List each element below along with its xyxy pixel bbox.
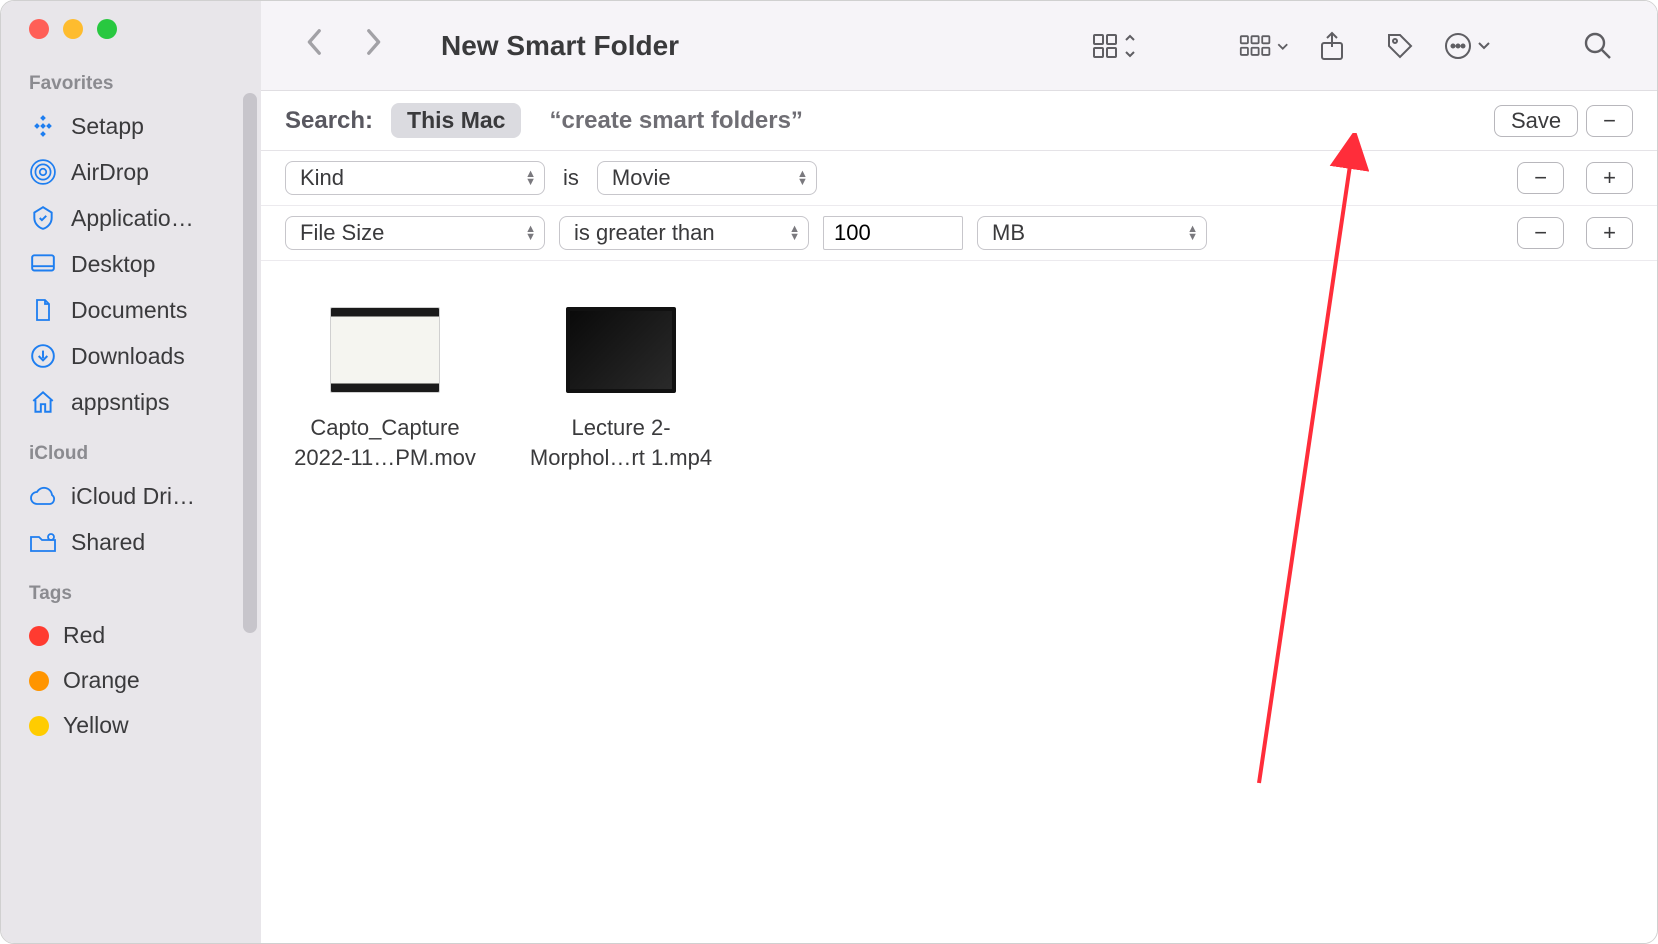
setapp-icon (29, 112, 57, 140)
desktop-icon (29, 250, 57, 278)
sidebar-item-appsntips[interactable]: appsntips (1, 379, 261, 425)
sidebar-tag-yellow[interactable]: Yellow (1, 703, 261, 748)
combo-value: Movie (612, 165, 671, 191)
sidebar-item-applications[interactable]: Applicatio… (1, 195, 261, 241)
icon-view-button[interactable] (1089, 26, 1139, 66)
criteria-attribute-select[interactable]: File Size ▲▼ (285, 216, 545, 250)
sidebar-item-label: Applicatio… (71, 205, 233, 232)
add-criteria-button[interactable]: + (1586, 217, 1633, 249)
sidebar-tag-orange[interactable]: Orange (1, 658, 261, 703)
sidebar-item-label: appsntips (71, 389, 233, 416)
finder-window: Favorites Setapp AirDrop Applicatio… Des… (0, 0, 1658, 944)
remove-criteria-button[interactable]: − (1517, 162, 1564, 194)
criteria-row: File Size ▲▼ is greater than ▲▼ MB ▲▼ − … (261, 206, 1657, 261)
combo-value: File Size (300, 220, 384, 246)
close-window-button[interactable] (29, 19, 49, 39)
cloud-icon (29, 482, 57, 510)
search-button[interactable] (1573, 26, 1623, 66)
applications-icon (29, 204, 57, 232)
combo-value: Kind (300, 165, 344, 191)
sidebar-item-airdrop[interactable]: AirDrop (1, 149, 261, 195)
sidebar-item-downloads[interactable]: Downloads (1, 333, 261, 379)
file-item[interactable]: Lecture 2-Morphol…rt 1.mp4 (521, 307, 721, 473)
airdrop-icon (29, 158, 57, 186)
sidebar-item-icloud-drive[interactable]: iCloud Dri… (1, 473, 261, 519)
criteria-operator-text: is (559, 165, 583, 191)
sidebar-item-desktop[interactable]: Desktop (1, 241, 261, 287)
search-scope-query[interactable]: “create smart folders” (549, 107, 802, 135)
search-label: Search: (285, 107, 373, 135)
traffic-lights (1, 19, 261, 39)
sidebar-item-label: Documents (71, 297, 233, 324)
sidebar-section-tags: Tags (1, 577, 261, 613)
back-button[interactable] (295, 26, 335, 65)
criteria-attribute-select[interactable]: Kind ▲▼ (285, 161, 545, 195)
action-menu-button[interactable] (1443, 26, 1493, 66)
file-thumbnail (566, 307, 676, 393)
sidebar-item-label: Orange (63, 667, 233, 694)
criteria-value-select[interactable]: Movie ▲▼ (597, 161, 817, 195)
sidebar-item-label: Shared (71, 529, 233, 556)
forward-button[interactable] (353, 26, 393, 65)
main-pane: New Smart Folder Search: T (261, 1, 1657, 943)
sidebar-item-label: Yellow (63, 712, 233, 739)
group-button[interactable] (1239, 26, 1289, 66)
criteria-row: Kind ▲▼ is Movie ▲▼ − + (261, 151, 1657, 206)
sidebar-item-label: Red (63, 622, 233, 649)
sidebar-item-label: AirDrop (71, 159, 233, 186)
file-name: Lecture 2-Morphol…rt 1.mp4 (521, 413, 721, 473)
sidebar-item-documents[interactable]: Documents (1, 287, 261, 333)
stepper-arrows-icon: ▲▼ (797, 170, 808, 186)
window-title: New Smart Folder (441, 30, 679, 62)
criteria-operator-select[interactable]: is greater than ▲▼ (559, 216, 809, 250)
tags-button[interactable] (1375, 26, 1425, 66)
stepper-arrows-icon: ▲▼ (525, 170, 536, 186)
sidebar-section-icloud: iCloud (1, 437, 261, 473)
minimize-window-button[interactable] (63, 19, 83, 39)
share-button[interactable] (1307, 26, 1357, 66)
file-item[interactable]: Capto_Capture2022-11…PM.mov (285, 307, 485, 473)
house-icon (29, 388, 57, 416)
stepper-arrows-icon: ▲▼ (525, 225, 536, 241)
sidebar-scrollbar[interactable] (243, 93, 257, 633)
sidebar: Favorites Setapp AirDrop Applicatio… Des… (1, 1, 261, 943)
add-criteria-button[interactable]: + (1586, 162, 1633, 194)
sidebar-item-label: Downloads (71, 343, 233, 370)
remove-criteria-button[interactable]: − (1517, 217, 1564, 249)
search-scope-bar: Search: This Mac “create smart folders” … (261, 91, 1657, 151)
stepper-arrows-icon: ▲▼ (789, 225, 800, 241)
tag-dot-yellow (29, 716, 49, 736)
sidebar-item-label: Setapp (71, 113, 233, 140)
sidebar-section-favorites: Favorites (1, 67, 261, 103)
sidebar-tag-red[interactable]: Red (1, 613, 261, 658)
sidebar-item-shared[interactable]: Shared (1, 519, 261, 565)
search-scope-this-mac[interactable]: This Mac (391, 103, 521, 138)
documents-icon (29, 296, 57, 324)
sidebar-item-label: iCloud Dri… (71, 483, 233, 510)
tag-dot-red (29, 626, 49, 646)
toolbar: New Smart Folder (261, 1, 1657, 91)
sidebar-item-label: Desktop (71, 251, 233, 278)
criteria-value-input[interactable] (823, 216, 963, 250)
shared-folder-icon (29, 528, 57, 556)
downloads-icon (29, 342, 57, 370)
stepper-arrows-icon: ▲▼ (1187, 225, 1198, 241)
tag-dot-orange (29, 671, 49, 691)
save-button[interactable]: Save (1494, 105, 1578, 137)
file-thumbnail (330, 307, 440, 393)
sidebar-item-setapp[interactable]: Setapp (1, 103, 261, 149)
combo-value: MB (992, 220, 1025, 246)
fullscreen-window-button[interactable] (97, 19, 117, 39)
collapse-criteria-button[interactable]: − (1586, 105, 1633, 137)
criteria-unit-select[interactable]: MB ▲▼ (977, 216, 1207, 250)
combo-value: is greater than (574, 220, 715, 246)
file-name: Capto_Capture2022-11…PM.mov (285, 413, 485, 473)
results-area: Capto_Capture2022-11…PM.mov Lecture 2-Mo… (261, 261, 1657, 943)
